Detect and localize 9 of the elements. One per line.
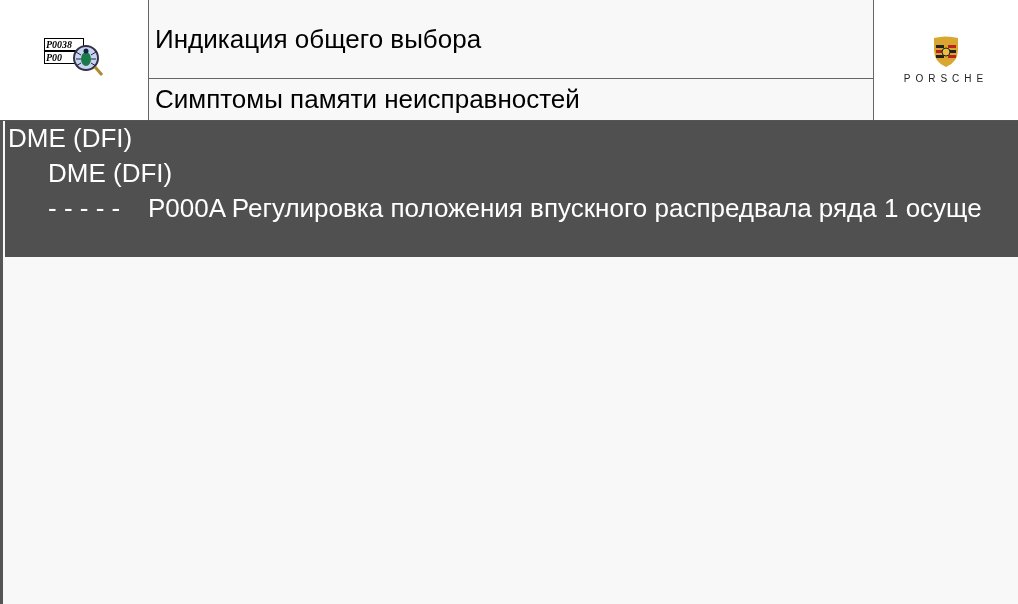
page-subtitle: Симптомы памяти неисправностей [155, 83, 580, 116]
magnifier-bug-icon [72, 44, 104, 78]
fault-description[interactable]: P000A Регулировка положения впускного распредвала ряда 1 осуще [148, 191, 982, 226]
fault-status: - - - - - [48, 192, 122, 225]
tree-item[interactable]: DME (DFI) [8, 121, 133, 156]
page-title: Индикация общего выбора [155, 22, 482, 56]
tree-item[interactable]: DME (DFI) [48, 156, 173, 191]
brand-wordmark: PORSCHE [903, 74, 989, 84]
crest-logo-icon [933, 36, 959, 68]
